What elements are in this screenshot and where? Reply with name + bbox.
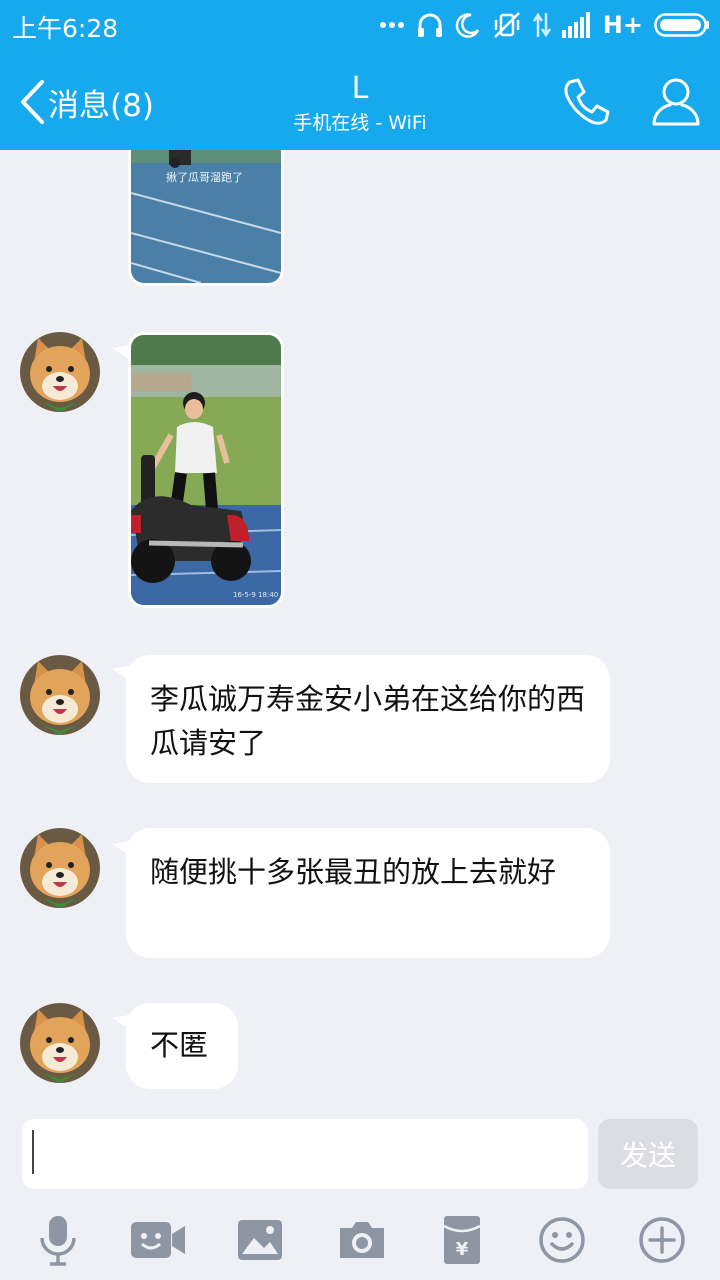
- vibrate-off-icon: [493, 12, 520, 38]
- back-label: 消息(8): [48, 87, 154, 124]
- emoji-button[interactable]: [538, 1214, 590, 1266]
- message-text: 随便挑十多张最丑的放上去就好: [150, 855, 557, 889]
- profile-button[interactable]: [650, 74, 702, 132]
- shiba-dog-avatar: [20, 828, 100, 908]
- chat-toolbar: ¥: [0, 1200, 720, 1280]
- red-packet-icon: ¥: [443, 1216, 481, 1264]
- text-message[interactable]: 随便挑十多张最丑的放上去就好: [126, 828, 610, 958]
- chat-header: 消息(8) L 手机在线 - WiFi: [0, 50, 720, 150]
- image-message[interactable]: 16-5-9 18:40: [128, 332, 284, 608]
- contact-name: L: [351, 71, 369, 106]
- phone-icon: [564, 78, 610, 125]
- status-time: 上午6:28: [12, 14, 119, 43]
- image-message[interactable]: 揪了瓜哥溜跑了: [128, 150, 284, 286]
- shiba-dog-avatar: [20, 655, 100, 735]
- image-icon: [238, 1220, 282, 1260]
- battery-icon: [654, 13, 709, 37]
- gallery-button[interactable]: [236, 1214, 288, 1266]
- red-packet-button[interactable]: ¥: [436, 1214, 488, 1266]
- status-icons: H+: [379, 8, 710, 42]
- scooter-photo: 16-5-9 18:40: [131, 335, 281, 605]
- signal-icon: [561, 12, 590, 38]
- text-message[interactable]: 不匿: [126, 1003, 238, 1089]
- headset-icon: [417, 13, 442, 37]
- photo-caption: 揪了瓜哥溜跑了: [166, 170, 243, 184]
- avatar[interactable]: [20, 828, 100, 908]
- shiba-dog-avatar: [20, 332, 100, 412]
- input-bar: 发送: [0, 1110, 720, 1200]
- plus-icon: [639, 1217, 685, 1263]
- shiba-dog-avatar: [20, 1003, 100, 1083]
- message-text: 李瓜诚万寿金安小弟在这给你的西瓜请安了: [150, 682, 586, 760]
- send-button[interactable]: 发送: [598, 1119, 698, 1189]
- network-type: H+: [602, 11, 643, 39]
- voice-button[interactable]: [32, 1214, 84, 1266]
- message-text: 不匿: [150, 1028, 209, 1062]
- avatar[interactable]: [20, 1003, 100, 1083]
- emoji-icon: [539, 1217, 585, 1263]
- video-call-icon: [131, 1222, 185, 1258]
- chevron-left-icon: [21, 80, 44, 124]
- video-button[interactable]: [130, 1214, 186, 1266]
- message-input[interactable]: [22, 1119, 588, 1189]
- call-button[interactable]: [560, 76, 612, 132]
- more-dots-icon: [379, 22, 404, 28]
- data-arrows-icon: [532, 12, 551, 38]
- chat-history[interactable]: 揪了瓜哥溜跑了 16-5-9 18:40 李瓜诚万寿金安小弟在这给你的西瓜请安了…: [0, 150, 720, 1110]
- track-photo: 揪了瓜哥溜跑了: [131, 150, 281, 283]
- status-bar: 上午6:28 H+: [0, 0, 720, 50]
- avatar[interactable]: [20, 655, 100, 735]
- microphone-icon: [40, 1216, 76, 1266]
- svg-text:¥: ¥: [456, 1239, 469, 1260]
- text-cursor: [32, 1130, 34, 1174]
- moon-icon: [455, 13, 479, 38]
- more-button[interactable]: [638, 1214, 690, 1266]
- title-block[interactable]: L 手机在线 - WiFi: [210, 70, 510, 136]
- text-message[interactable]: 李瓜诚万寿金安小弟在这给你的西瓜请安了: [126, 655, 610, 783]
- avatar[interactable]: [20, 332, 100, 412]
- back-button[interactable]: 消息(8): [18, 78, 154, 126]
- photo-timestamp: 16-5-9 18:40: [233, 591, 278, 599]
- contact-status: 手机在线 - WiFi: [293, 112, 427, 134]
- camera-button[interactable]: [336, 1214, 388, 1266]
- camera-icon: [340, 1222, 384, 1258]
- profile-icon: [652, 78, 700, 126]
